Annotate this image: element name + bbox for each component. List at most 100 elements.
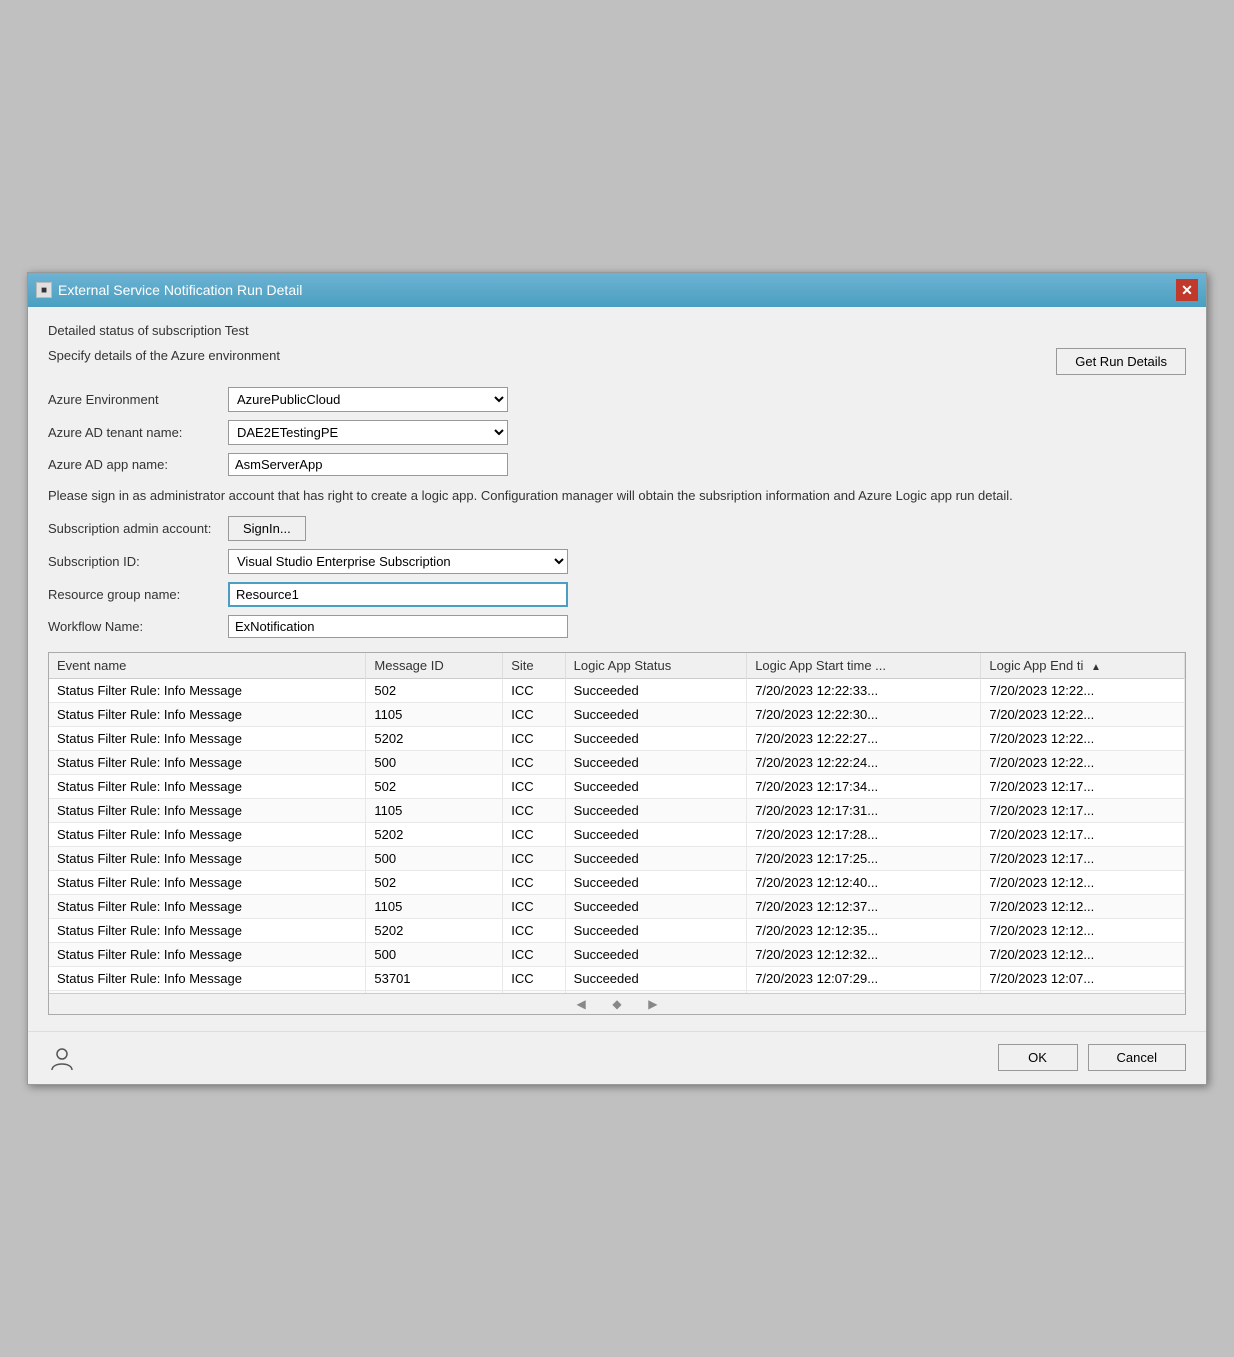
table-cell: 7/20/2023 12:12:40... (747, 870, 981, 894)
notice-text: Please sign in as administrator account … (48, 486, 1186, 506)
table-cell: Status Filter Rule: Info Message (49, 942, 366, 966)
table-cell: 7/20/2023 12:12... (981, 870, 1185, 894)
col-event-name: Event name (49, 653, 366, 679)
get-run-details-button[interactable]: Get Run Details (1056, 348, 1186, 375)
close-button[interactable]: ✕ (1176, 279, 1198, 301)
table-cell: 7/20/2023 12:22... (981, 702, 1185, 726)
table-cell: Succeeded (565, 750, 747, 774)
table-cell: 5202 (366, 726, 503, 750)
table-cell: 7/20/2023 12:17... (981, 822, 1185, 846)
azure-env-section-label: Specify details of the Azure environment (48, 348, 280, 363)
table-cell: 500 (366, 750, 503, 774)
subscription-admin-row: Subscription admin account: SignIn... (48, 516, 1186, 541)
table-cell: 5202 (366, 918, 503, 942)
table-cell: Succeeded (565, 918, 747, 942)
subscription-id-select[interactable]: Visual Studio Enterprise Subscription (228, 549, 568, 574)
table-cell: ICC (503, 822, 565, 846)
table-cell: 7/20/2023 12:17... (981, 846, 1185, 870)
window-title: External Service Notification Run Detail (58, 282, 302, 298)
table-row[interactable]: Status Filter Rule: Info Message500ICCSu… (49, 942, 1185, 966)
table-cell: ICC (503, 750, 565, 774)
table-cell: Status Filter Rule: Info Message (49, 870, 366, 894)
table-cell: Succeeded (565, 966, 747, 990)
table-cell: Status Filter Rule: Info Message (49, 678, 366, 702)
table-cell: ICC (503, 966, 565, 990)
data-table-container: Event name Message ID Site Logic App Sta… (48, 652, 1186, 1015)
resource-group-input[interactable] (228, 582, 568, 607)
table-row[interactable]: Status Filter Rule: Info Message5202ICCS… (49, 822, 1185, 846)
table-cell: ICC (503, 726, 565, 750)
table-row[interactable]: Status Filter Rule: Info Message500ICCSu… (49, 846, 1185, 870)
table-cell: 7/20/2023 12:17... (981, 774, 1185, 798)
table-cell: 7/20/2023 12:22... (981, 726, 1185, 750)
table-row[interactable]: Status Filter Rule: Info Message1105ICCS… (49, 702, 1185, 726)
table-row[interactable]: Status Filter Rule: Info Message502ICCSu… (49, 774, 1185, 798)
col-logic-app-start: Logic App Start time ... (747, 653, 981, 679)
top-row: Specify details of the Azure environment… (48, 348, 1186, 375)
cancel-button[interactable]: Cancel (1088, 1044, 1186, 1071)
azure-ad-app-input[interactable] (228, 453, 508, 476)
table-cell: 502 (366, 870, 503, 894)
table-cell: Status Filter Rule: Info Message (49, 798, 366, 822)
resource-group-row: Resource group name: (48, 582, 1186, 607)
table-row[interactable]: Status Filter Rule: Info Message1105ICCS… (49, 798, 1185, 822)
resource-group-label: Resource group name: (48, 587, 228, 602)
table-cell: Succeeded (565, 894, 747, 918)
table-cell: ICC (503, 870, 565, 894)
bottom-bar: OK Cancel (28, 1031, 1206, 1084)
table-row[interactable]: Status Filter Rule: Info Message5202ICCS… (49, 726, 1185, 750)
azure-env-select[interactable]: AzurePublicCloud AzureChinaCloud AzureUS… (228, 387, 508, 412)
table-cell: Succeeded (565, 822, 747, 846)
subscription-id-row: Subscription ID: Visual Studio Enterpris… (48, 549, 1186, 574)
table-cell: 7/20/2023 12:12:35... (747, 918, 981, 942)
table-cell: 7/20/2023 12:12:32... (747, 942, 981, 966)
table-cell: ICC (503, 774, 565, 798)
table-cell: 502 (366, 774, 503, 798)
table-cell: 1105 (366, 798, 503, 822)
table-cell: Succeeded (565, 942, 747, 966)
ok-button[interactable]: OK (998, 1044, 1078, 1071)
table-cell: 1105 (366, 702, 503, 726)
table-cell: ICC (503, 942, 565, 966)
table-row[interactable]: Status Filter Rule: Info Message502ICCSu… (49, 870, 1185, 894)
table-cell: Status Filter Rule: Info Message (49, 918, 366, 942)
horizontal-scroll-bar[interactable]: ◀ ◆ ▶ (49, 993, 1185, 1014)
table-cell: 7/20/2023 12:12... (981, 942, 1185, 966)
table-row[interactable]: Status Filter Rule: Info Message502ICCSu… (49, 678, 1185, 702)
table-row[interactable]: Status Filter Rule: Info Message5202ICCS… (49, 918, 1185, 942)
workflow-name-input[interactable] (228, 615, 568, 638)
table-cell: Succeeded (565, 726, 747, 750)
table-row[interactable]: Status Filter Rule: Info Message1105ICCS… (49, 894, 1185, 918)
main-window: ■ External Service Notification Run Deta… (27, 272, 1207, 1085)
azure-ad-tenant-select[interactable]: DAE2ETestingPE (228, 420, 508, 445)
table-cell: 502 (366, 678, 503, 702)
azure-ad-tenant-row: Azure AD tenant name: DAE2ETestingPE (48, 420, 1186, 445)
table-wrapper[interactable]: Event name Message ID Site Logic App Sta… (49, 653, 1185, 993)
table-cell: Status Filter Rule: Info Message (49, 726, 366, 750)
table-cell: 7/20/2023 12:22:30... (747, 702, 981, 726)
table-cell: 7/20/2023 12:12... (981, 894, 1185, 918)
title-bar: ■ External Service Notification Run Deta… (28, 273, 1206, 307)
signin-button[interactable]: SignIn... (228, 516, 306, 541)
subscription-admin-label: Subscription admin account: (48, 521, 228, 536)
table-header: Event name Message ID Site Logic App Sta… (49, 653, 1185, 679)
azure-ad-tenant-label: Azure AD tenant name: (48, 425, 228, 440)
table-cell: Status Filter Rule: Info Message (49, 846, 366, 870)
window-icon: ■ (36, 282, 52, 298)
table-cell: Status Filter Rule: Info Message (49, 894, 366, 918)
table-row[interactable]: Status Filter Rule: Info Message53701ICC… (49, 966, 1185, 990)
table-cell: 5202 (366, 822, 503, 846)
col-site: Site (503, 653, 565, 679)
table-cell: Succeeded (565, 870, 747, 894)
table-cell: 7/20/2023 12:12... (981, 918, 1185, 942)
table-body: Status Filter Rule: Info Message502ICCSu… (49, 678, 1185, 993)
table-cell: ICC (503, 894, 565, 918)
table-cell: 53701 (366, 966, 503, 990)
azure-env-row: Azure Environment AzurePublicCloud Azure… (48, 387, 1186, 412)
subscription-status-label: Detailed status of subscription Test (48, 323, 1186, 338)
table-cell: ICC (503, 846, 565, 870)
table-row[interactable]: Status Filter Rule: Info Message500ICCSu… (49, 750, 1185, 774)
table-cell: Status Filter Rule: Info Message (49, 702, 366, 726)
scroll-hint-text: ◀ ◆ ▶ (576, 997, 657, 1011)
dialog-buttons: OK Cancel (998, 1044, 1186, 1071)
